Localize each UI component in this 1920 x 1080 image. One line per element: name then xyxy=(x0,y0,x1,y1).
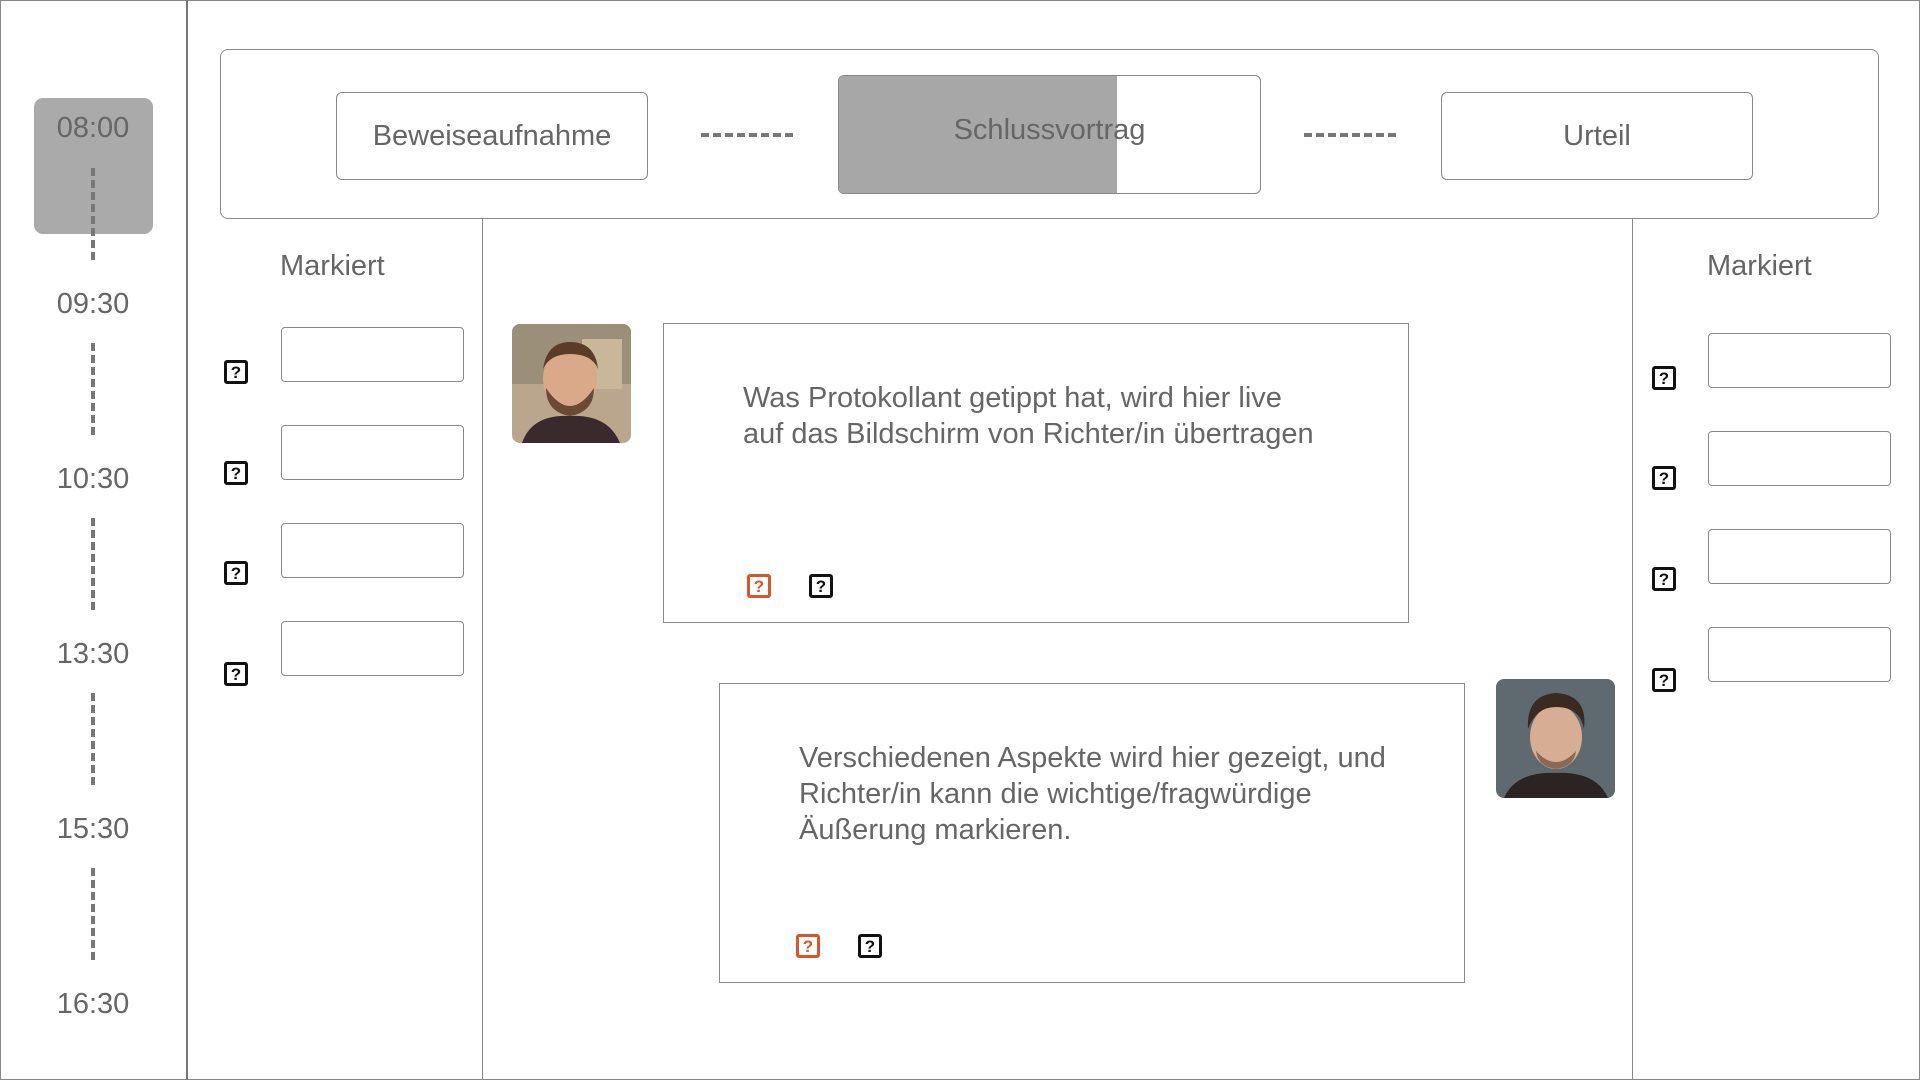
marked-slot[interactable] xyxy=(1708,333,1891,388)
question-icon-orange[interactable]: ? xyxy=(796,934,820,958)
question-icon[interactable]: ? xyxy=(224,360,248,384)
question-icon-orange[interactable]: ? xyxy=(747,574,771,598)
marked-slot[interactable] xyxy=(1708,627,1891,682)
question-icon[interactable]: ? xyxy=(809,574,833,598)
step-schlussvortrag[interactable]: Schlussvortrag xyxy=(838,75,1261,194)
time-item-1630[interactable]: 16:30 xyxy=(0,988,186,1021)
timeline-connector xyxy=(91,693,95,785)
step-label: Urteil xyxy=(1563,119,1631,152)
message-text: Verschiedenen Aspekte wird hier gezeigt,… xyxy=(799,742,1386,846)
timeline: 08:00 09:30 10:30 13:30 15:30 16:30 xyxy=(0,0,188,1080)
person-avatar-icon xyxy=(1496,679,1615,798)
marked-slot[interactable] xyxy=(281,621,464,676)
step-urteil[interactable]: Urteil xyxy=(1441,92,1753,180)
time-item-0930[interactable]: 09:30 xyxy=(0,288,186,321)
question-icon[interactable]: ? xyxy=(1652,668,1676,692)
avatar-richter xyxy=(1496,679,1615,798)
avatar-protokollant xyxy=(512,324,631,443)
left-panel-title: Markiert xyxy=(280,250,385,282)
timeline-connector xyxy=(91,868,95,960)
time-item-0800[interactable]: 08:00 xyxy=(0,112,186,145)
step-connector xyxy=(701,133,793,137)
question-icon[interactable]: ? xyxy=(1652,366,1676,390)
step-label: Schlussvortrag xyxy=(953,114,1146,146)
person-avatar-icon xyxy=(512,324,631,443)
message-text: Was Protokollant getippt hat, wird hier … xyxy=(743,382,1314,450)
question-icon[interactable]: ? xyxy=(224,561,248,585)
question-icon[interactable]: ? xyxy=(1652,567,1676,591)
question-icon[interactable]: ? xyxy=(224,461,248,485)
phase-stepper: Beweiseaufnahme Schlussvortrag Urteil xyxy=(220,49,1879,219)
time-item-1530[interactable]: 15:30 xyxy=(0,813,186,846)
step-label: Beweiseaufnahme xyxy=(372,119,612,152)
marked-slot[interactable] xyxy=(1708,431,1891,486)
marked-slot[interactable] xyxy=(281,523,464,578)
marked-slot[interactable] xyxy=(281,425,464,480)
message-card: Verschiedenen Aspekte wird hier gezeigt,… xyxy=(719,683,1465,983)
message-card: Was Protokollant getippt hat, wird hier … xyxy=(663,323,1409,623)
step-beweiseaufnahme[interactable]: Beweiseaufnahme xyxy=(336,92,648,180)
time-item-1330[interactable]: 13:30 xyxy=(0,638,186,671)
question-icon[interactable]: ? xyxy=(858,934,882,958)
right-panel-title: Markiert xyxy=(1707,250,1812,282)
step-connector xyxy=(1304,133,1396,137)
transcript-area: Was Protokollant getippt hat, wird hier … xyxy=(482,219,1633,1080)
marked-slot[interactable] xyxy=(1708,529,1891,584)
question-icon[interactable]: ? xyxy=(1652,466,1676,490)
marked-slot[interactable] xyxy=(281,327,464,382)
timeline-connector xyxy=(91,518,95,610)
timeline-connector xyxy=(91,343,95,435)
question-icon[interactable]: ? xyxy=(224,662,248,686)
timeline-connector xyxy=(91,168,95,260)
time-item-1030[interactable]: 10:30 xyxy=(0,463,186,496)
